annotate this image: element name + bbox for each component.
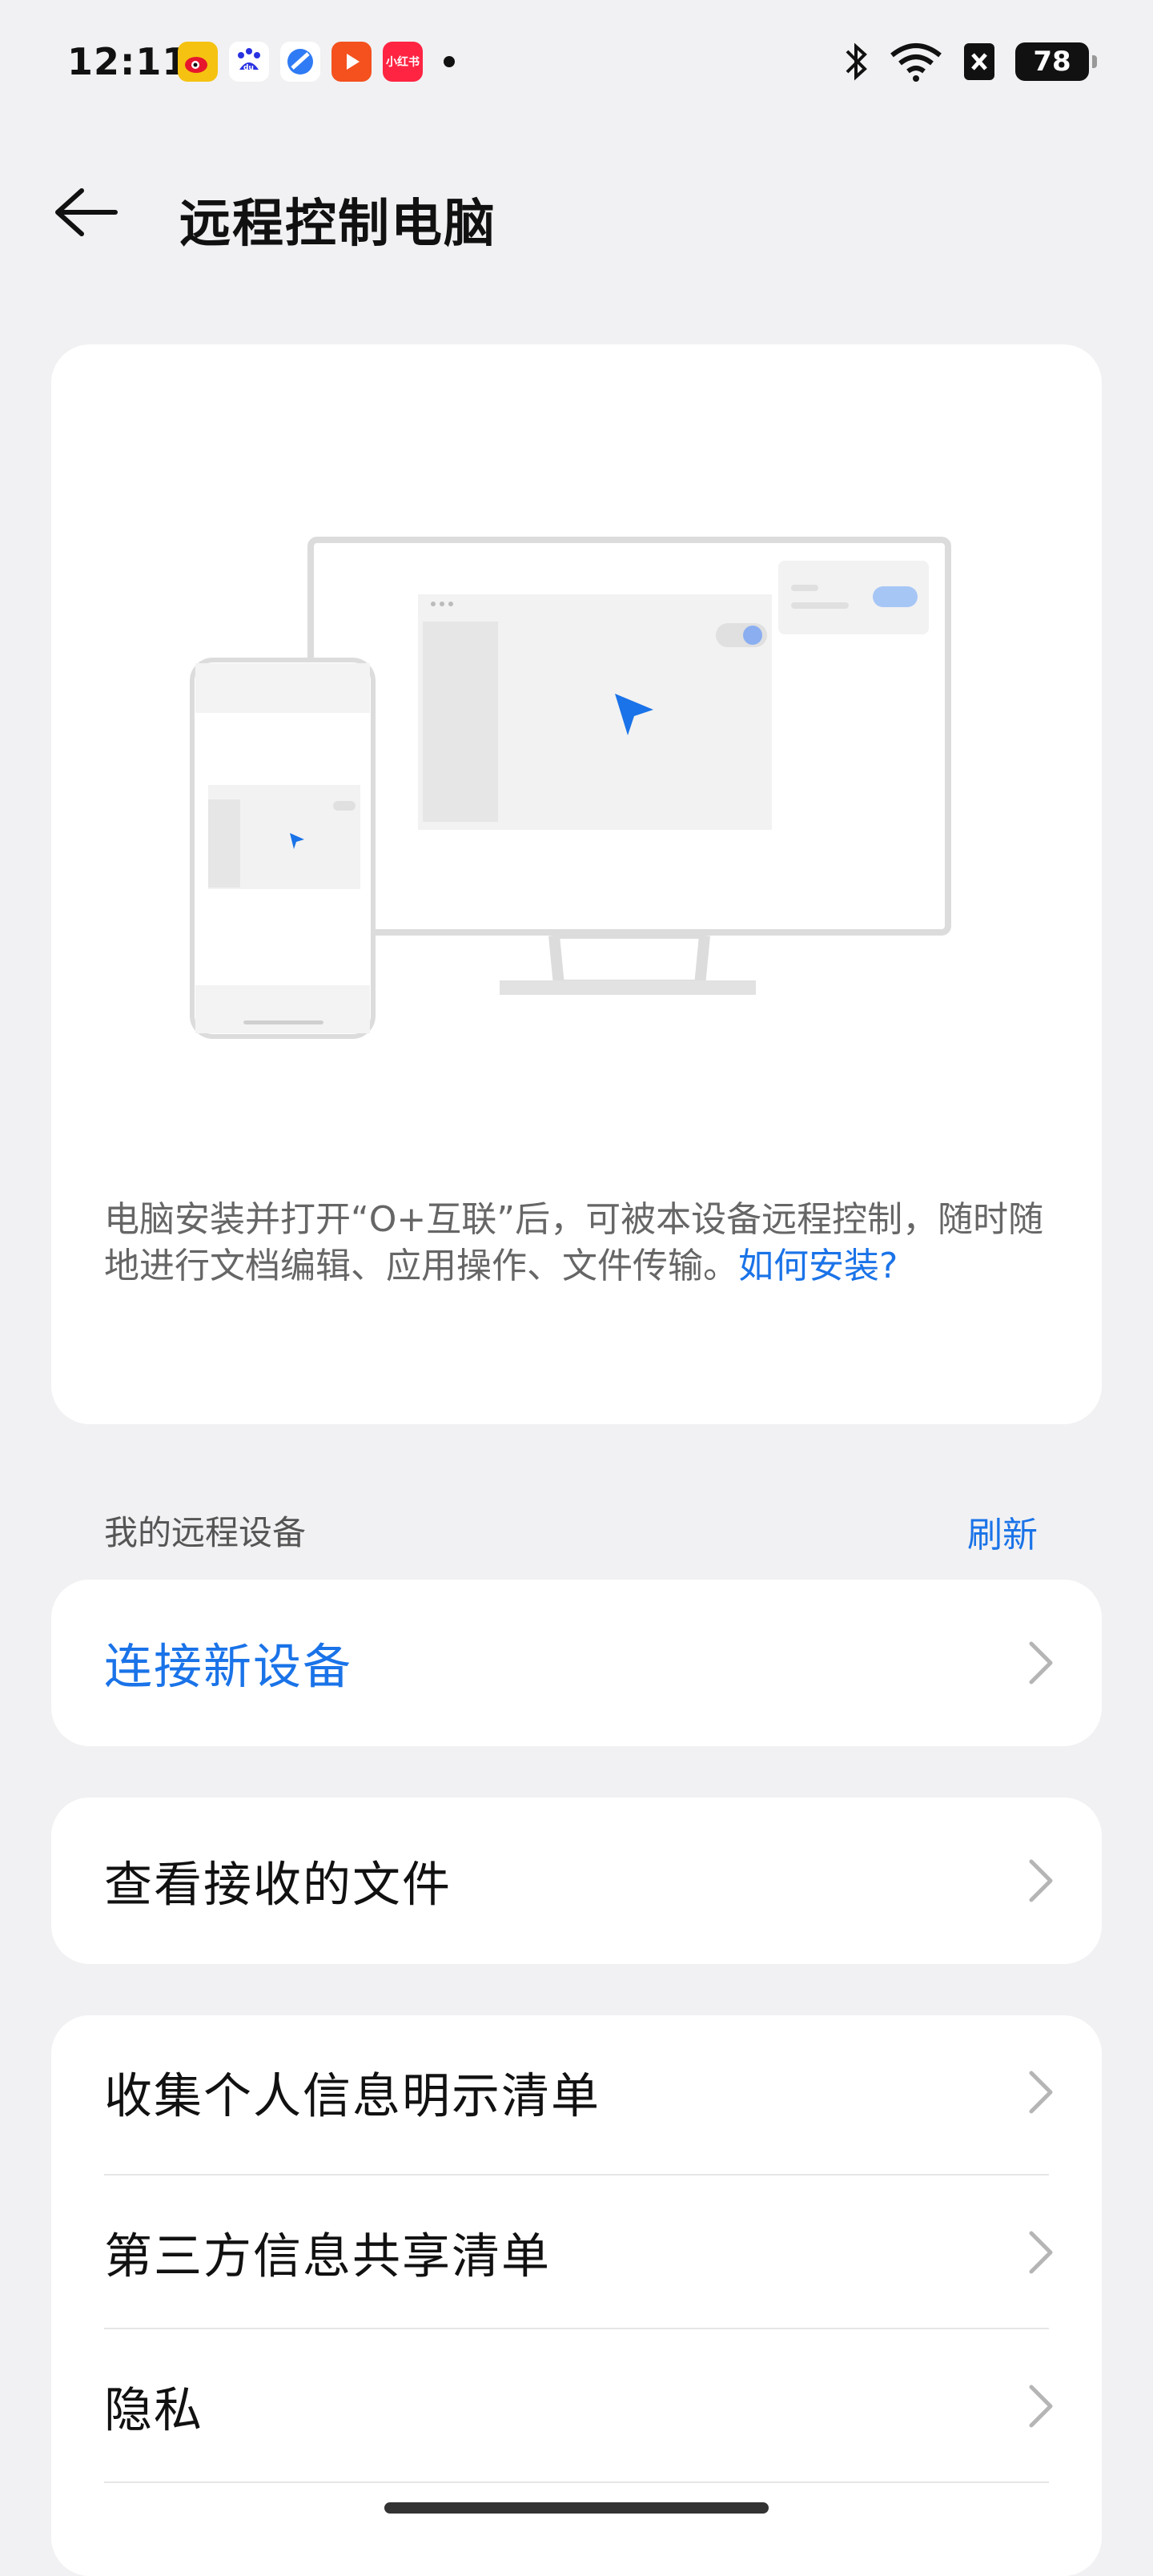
bluetooth-icon: [846, 42, 867, 81]
svg-text:du: du: [243, 64, 254, 72]
chevron-right-icon: [1029, 2071, 1053, 2114]
wifi-icon: [890, 43, 942, 82]
third-party-sharing-label: 第三方信息共享清单: [104, 2228, 551, 2285]
view-received-files-label: 查看接收的文件: [104, 1857, 452, 1914]
status-time: 12:11: [67, 40, 189, 83]
how-to-install-link[interactable]: 如何安装?: [738, 1246, 898, 1286]
info-list-card: 收集个人信息明示清单 第三方信息共享清单 隐私: [51, 2015, 1102, 2576]
privacy-label: 隐私: [104, 2382, 203, 2439]
intro-card: 电脑安装并打开“O+互联”后，可被本设备远程控制，随时随地进行文档编辑、应用操作…: [51, 344, 1102, 1424]
chevron-right-icon: [1029, 2385, 1053, 2428]
remote-devices-section-header: 我的远程设备 刷新: [104, 1506, 1038, 1557]
personal-info-list-label: 收集个人信息明示清单: [104, 2068, 601, 2125]
battery-indicator: 78: [1015, 42, 1097, 81]
third-party-sharing-row[interactable]: 第三方信息共享清单: [51, 2176, 1102, 2329]
more-notifications-dot: [444, 56, 455, 67]
files-card: 查看接收的文件: [51, 1797, 1102, 1964]
page-title: 远程控制电脑: [179, 195, 496, 254]
system-icons: 78: [842, 40, 1097, 83]
chevron-right-icon: [1029, 1641, 1053, 1684]
privacy-row[interactable]: 隐私: [51, 2329, 1102, 2483]
baidu-icon: du: [229, 42, 269, 82]
app-header: 远程控制电脑: [0, 160, 1153, 264]
sim-off-icon: [964, 43, 994, 80]
intro-description: 电脑安装并打开“O+互联”后，可被本设备远程控制，随时随地进行文档编辑、应用操作…: [104, 1197, 1057, 1290]
weibo-icon: [178, 42, 218, 82]
video-icon: [331, 42, 372, 82]
connect-new-device-row[interactable]: 连接新设备: [51, 1586, 1102, 1740]
notification-icons: du 小红书: [178, 42, 455, 82]
description-text: 电脑安装并打开“O+互联”后，可被本设备远程控制，随时随地进行文档编辑、应用操作…: [104, 1199, 1044, 1286]
back-button[interactable]: [50, 184, 130, 240]
browser-icon: [280, 42, 320, 82]
xiaohongshu-icon: 小红书: [383, 42, 423, 82]
connect-card: 连接新设备: [51, 1580, 1102, 1746]
refresh-button[interactable]: 刷新: [967, 1506, 1038, 1557]
chevron-right-icon: [1029, 1859, 1053, 1902]
view-received-files-row[interactable]: 查看接收的文件: [51, 1804, 1102, 1958]
remote-control-illustration: [190, 537, 951, 1039]
back-arrow-icon: [55, 188, 118, 236]
status-bar: 12:11 du 小红书 78: [0, 0, 1153, 128]
personal-info-list-row[interactable]: 收集个人信息明示清单: [51, 2015, 1102, 2169]
section-title: 我的远程设备: [104, 1513, 307, 1552]
chevron-right-icon: [1029, 2231, 1053, 2274]
home-indicator[interactable]: [384, 2502, 769, 2514]
connect-new-device-label: 连接新设备: [104, 1639, 352, 1696]
divider: [104, 2481, 1049, 2483]
